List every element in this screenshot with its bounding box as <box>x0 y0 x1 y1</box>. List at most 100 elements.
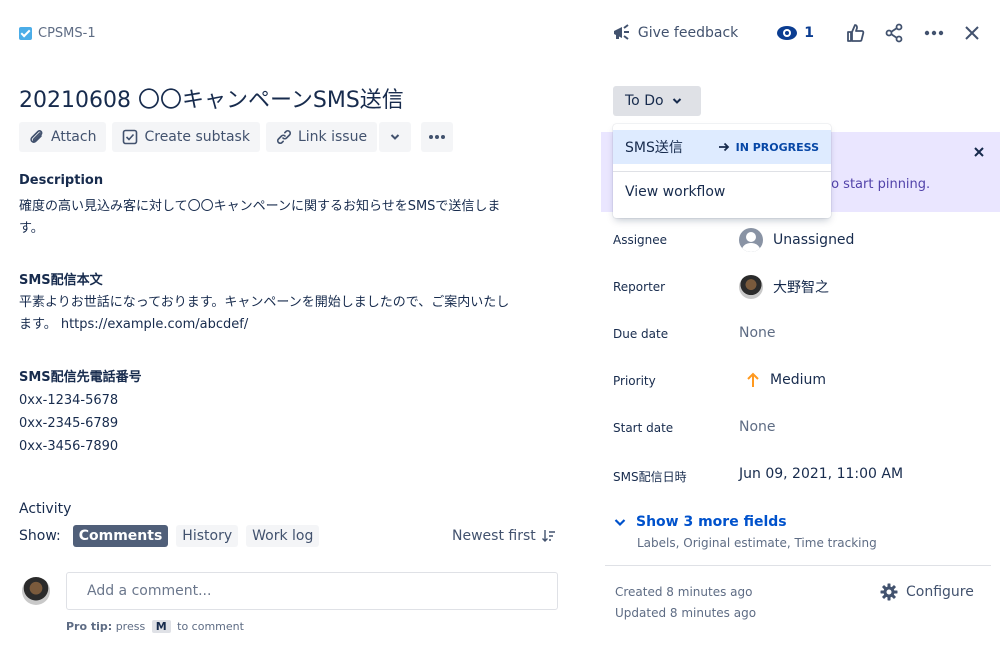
sms-body-text: 平素よりお世話になっております。キャンペーンを開始しましたので、ご案内いたし ま… <box>19 292 564 336</box>
give-feedback-label: Give feedback <box>637 25 739 41</box>
chevron-down-icon <box>390 134 400 140</box>
pro-tip-suffix: to comment <box>177 620 244 633</box>
transition-sms-send[interactable]: SMS送信 IN PROGRESS <box>613 130 831 164</box>
configure-label: Configure <box>906 584 974 600</box>
attach-button[interactable]: Attach <box>19 122 107 152</box>
due-date-value[interactable]: None <box>739 325 776 341</box>
description-line: す。 <box>19 221 44 236</box>
create-subtask-button[interactable]: Create subtask <box>112 122 260 152</box>
watch-button[interactable]: 1 <box>768 18 822 48</box>
more-fields-list: Labels, Original estimate, Time tracking <box>637 536 877 550</box>
status-label: To Do <box>625 93 664 109</box>
phone-number: 0xx-1234-5678 <box>19 393 119 408</box>
sms-phones-heading: SMS配信先電話番号 <box>19 370 142 385</box>
phone-number: 0xx-3456-7890 <box>19 439 119 454</box>
activity-heading: Activity <box>19 501 72 517</box>
assignee-value[interactable]: Unassigned <box>739 228 854 252</box>
give-feedback-button[interactable]: Give feedback <box>604 18 746 48</box>
description-field[interactable]: 確度の高い見込み客に対して〇〇キャンペーンに関するお知らせをSMSで送信しま す… <box>19 196 559 240</box>
description-heading: Description <box>19 173 104 188</box>
current-user-avatar <box>22 577 50 605</box>
sms-body-heading: SMS配信本文 <box>19 273 103 288</box>
sms-body-line: ます。 https://example.com/abcdef/ <box>19 317 249 332</box>
field-label-start-date: Start date <box>613 421 674 435</box>
updated-time: Updated 8 minutes ago <box>615 606 757 620</box>
eye-icon <box>777 26 798 40</box>
issue-toolbar: Attach Create subtask Link issue <box>19 122 454 152</box>
description-line: 確度の高い見込み客に対して〇〇キャンペーンに関するお知らせをSMSで送信しま <box>19 199 501 214</box>
share-icon <box>885 23 903 43</box>
pin-banner-text: to start pinning. <box>826 177 931 192</box>
configure-button[interactable]: Configure <box>880 583 974 601</box>
field-label-reporter: Reporter <box>613 280 666 294</box>
comment-placeholder: Add a comment... <box>87 583 212 599</box>
share-button[interactable] <box>874 18 914 48</box>
chevron-down-icon <box>614 518 626 526</box>
close-icon <box>965 26 979 40</box>
status-dropdown: SMS送信 IN PROGRESS View workflow <box>613 124 831 218</box>
link-issue-label: Link issue <box>297 129 368 145</box>
more-icon <box>924 30 944 36</box>
sort-order-button[interactable]: Newest first <box>452 528 556 544</box>
sms-body-line: 平素よりお世話になっております。キャンペーンを開始しましたので、ご案内いたし <box>19 295 510 310</box>
unassigned-avatar-icon <box>739 228 763 252</box>
transition-name: SMS送信 <box>625 140 683 156</box>
issue-key: CPSMS-1 <box>38 25 96 41</box>
link-icon <box>276 129 292 145</box>
start-date-value[interactable]: None <box>739 419 776 435</box>
close-icon[interactable] <box>972 145 986 159</box>
attach-label: Attach <box>51 129 97 145</box>
link-issue-dropdown[interactable] <box>379 122 412 152</box>
sort-icon <box>541 530 555 542</box>
task-type-icon <box>19 26 32 40</box>
issue-key-breadcrumb[interactable]: CPSMS-1 <box>19 23 96 43</box>
comment-input[interactable]: Add a comment... <box>66 572 558 610</box>
reporter-value[interactable]: 大野智之 <box>739 275 829 299</box>
reporter-name: 大野智之 <box>773 280 829 296</box>
priority-name: Medium <box>770 372 826 388</box>
show-label: Show: <box>19 528 61 544</box>
field-label-due-date: Due date <box>613 327 669 341</box>
view-workflow-item[interactable]: View workflow <box>625 184 725 200</box>
pro-tip-press: press <box>115 620 146 633</box>
show-more-fields-label: Show 3 more fields <box>636 514 787 530</box>
sms-datetime-value[interactable]: Jun 09, 2021, 11:00 AM <box>739 466 903 482</box>
created-time: Created 8 minutes ago <box>615 585 753 599</box>
tab-comments[interactable]: Comments <box>72 525 169 547</box>
gear-icon <box>880 583 898 601</box>
tab-work-log[interactable]: Work log <box>246 525 320 547</box>
create-subtask-label: Create subtask <box>144 129 250 145</box>
sort-order-label: Newest first <box>452 528 536 544</box>
chevron-down-icon <box>672 98 681 104</box>
show-more-fields-button[interactable]: Show 3 more fields <box>614 514 787 530</box>
field-label-priority: Priority <box>613 374 656 388</box>
toolbar-more-button[interactable] <box>421 122 454 152</box>
field-label-assignee: Assignee <box>613 233 668 247</box>
arrow-right-icon <box>718 142 729 152</box>
sms-phones-list: 0xx-1234-5678 0xx-2345-6789 0xx-3456-789… <box>19 389 118 458</box>
transition-target-status: IN PROGRESS <box>735 140 819 154</box>
dropdown-divider <box>613 171 831 172</box>
priority-value[interactable]: Medium <box>739 372 826 388</box>
pro-tip-label: Pro tip: <box>66 620 113 633</box>
priority-medium-icon <box>747 372 759 387</box>
status-button[interactable]: To Do <box>613 86 701 116</box>
phone-number: 0xx-2345-6789 <box>19 416 119 431</box>
keyboard-key: M <box>151 620 171 633</box>
vote-button[interactable] <box>836 18 874 48</box>
link-issue-split: Link issue <box>265 122 412 152</box>
pro-tip: Pro tip: press M to comment <box>66 620 244 633</box>
issue-top-actions: Give feedback 1 <box>604 18 990 48</box>
more-actions-button[interactable] <box>914 18 954 48</box>
issue-title[interactable]: 20210608 〇〇キャンペーンSMS送信 <box>19 82 404 114</box>
tab-history[interactable]: History <box>176 525 239 547</box>
reporter-avatar <box>739 275 763 299</box>
paperclip-icon <box>30 130 43 143</box>
link-issue-button[interactable]: Link issue <box>265 122 378 152</box>
activity-filter: Show: Comments History Work log <box>19 525 320 547</box>
panel-divider <box>605 565 991 566</box>
close-button[interactable] <box>954 18 990 48</box>
assignee-name: Unassigned <box>773 232 855 248</box>
field-label-sms-datetime: SMS配信日時 <box>613 470 687 484</box>
transition-target: IN PROGRESS <box>718 141 819 154</box>
